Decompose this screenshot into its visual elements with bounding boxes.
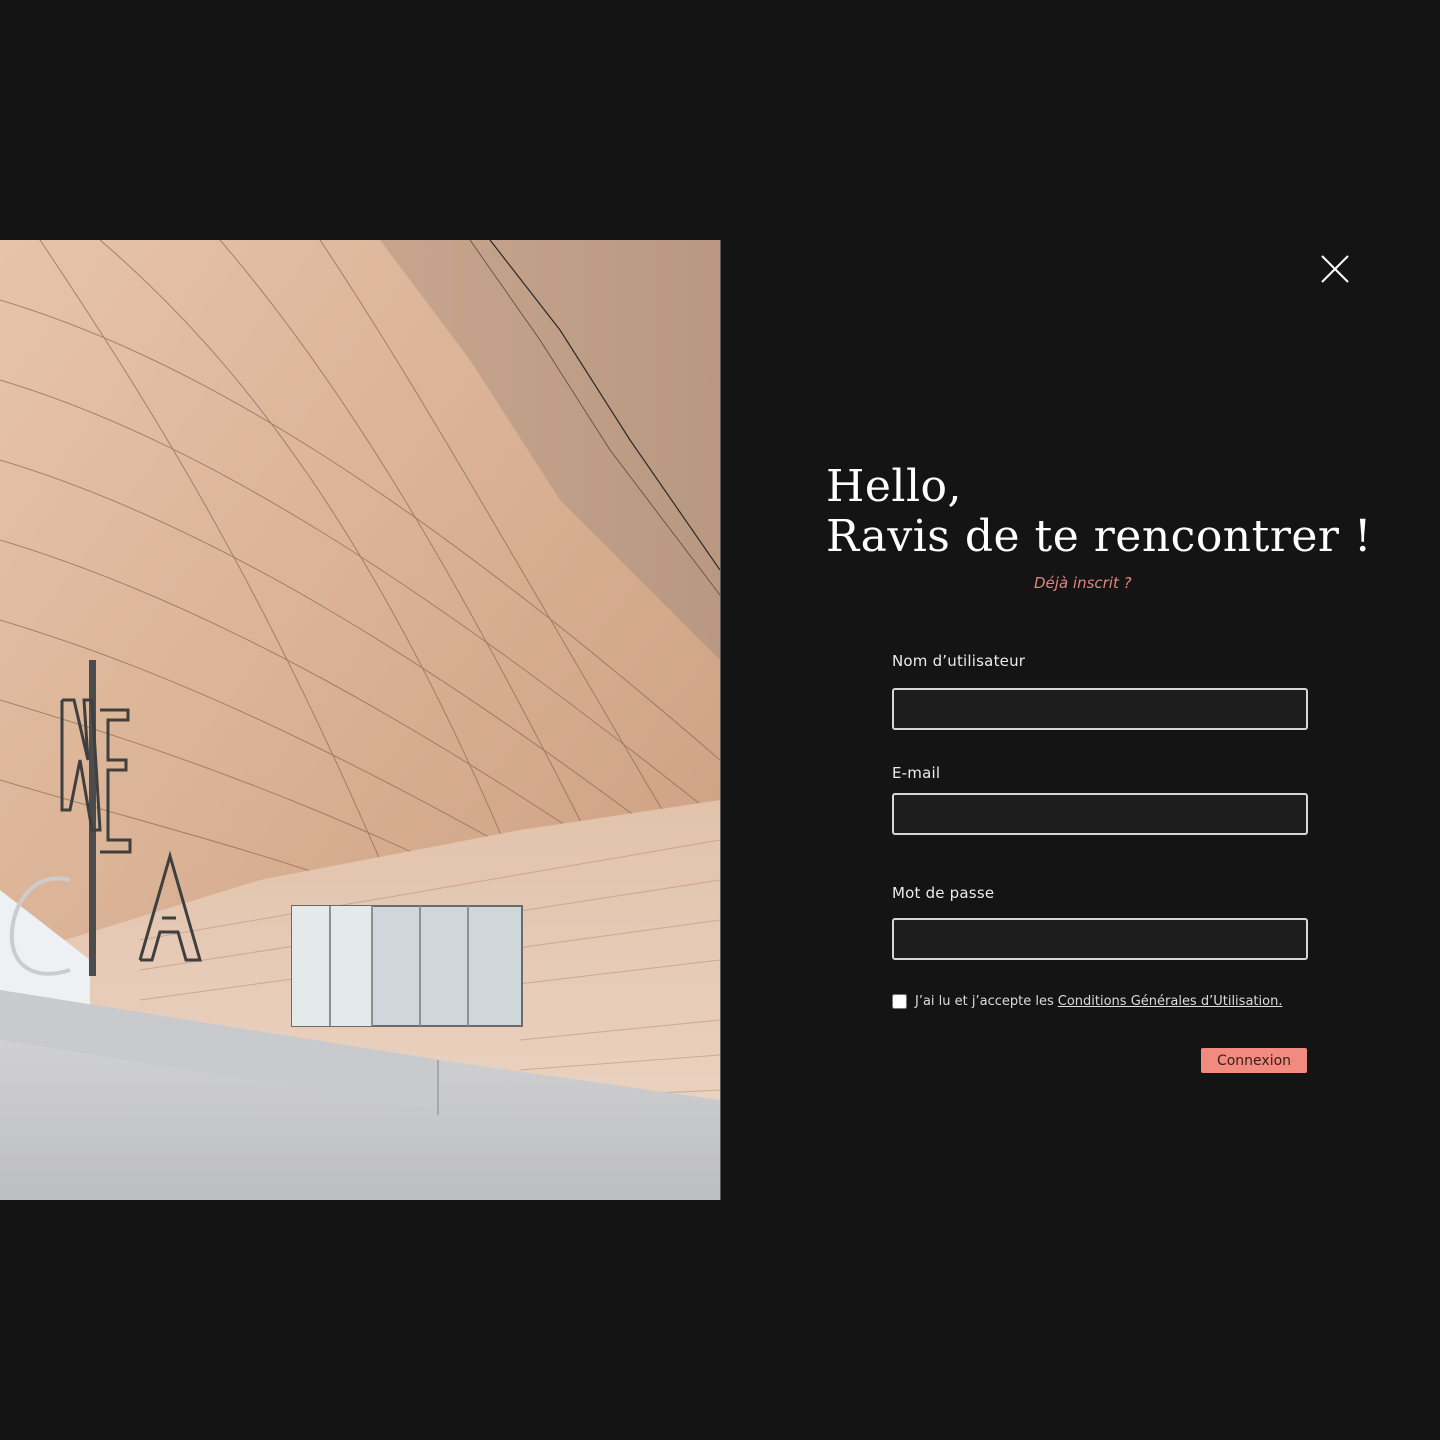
title-line-2: Ravis de te rencontrer ! bbox=[826, 511, 1373, 562]
close-icon bbox=[1321, 255, 1349, 283]
close-button[interactable] bbox=[1318, 252, 1352, 286]
building-photo-illustration bbox=[0, 240, 720, 1200]
already-registered-link[interactable]: Déjà inscrit ? bbox=[1034, 574, 1132, 592]
page-title: Hello, Ravis de te rencontrer ! bbox=[826, 462, 1372, 562]
email-label: E-mail bbox=[892, 764, 941, 782]
terms-text: J’ai lu et j’accepte les bbox=[915, 994, 1054, 1009]
terms-row: J’ai lu et j’accepte les Conditions Géné… bbox=[892, 994, 1282, 1009]
username-label: Nom d’utilisateur bbox=[892, 652, 1026, 670]
password-input[interactable] bbox=[892, 918, 1308, 960]
connexion-button[interactable]: Connexion bbox=[1201, 1048, 1307, 1073]
password-label: Mot de passe bbox=[892, 884, 995, 902]
signup-modal: Hello, Ravis de te rencontrer ! Déjà ins… bbox=[0, 240, 1440, 1200]
terms-link[interactable]: Conditions Générales d’Utilisation. bbox=[1058, 994, 1283, 1009]
email-input[interactable] bbox=[892, 793, 1308, 835]
title-line-1: Hello, bbox=[826, 461, 963, 512]
building-photo bbox=[0, 240, 721, 1200]
username-input[interactable] bbox=[892, 688, 1308, 730]
terms-checkbox[interactable] bbox=[892, 994, 907, 1009]
